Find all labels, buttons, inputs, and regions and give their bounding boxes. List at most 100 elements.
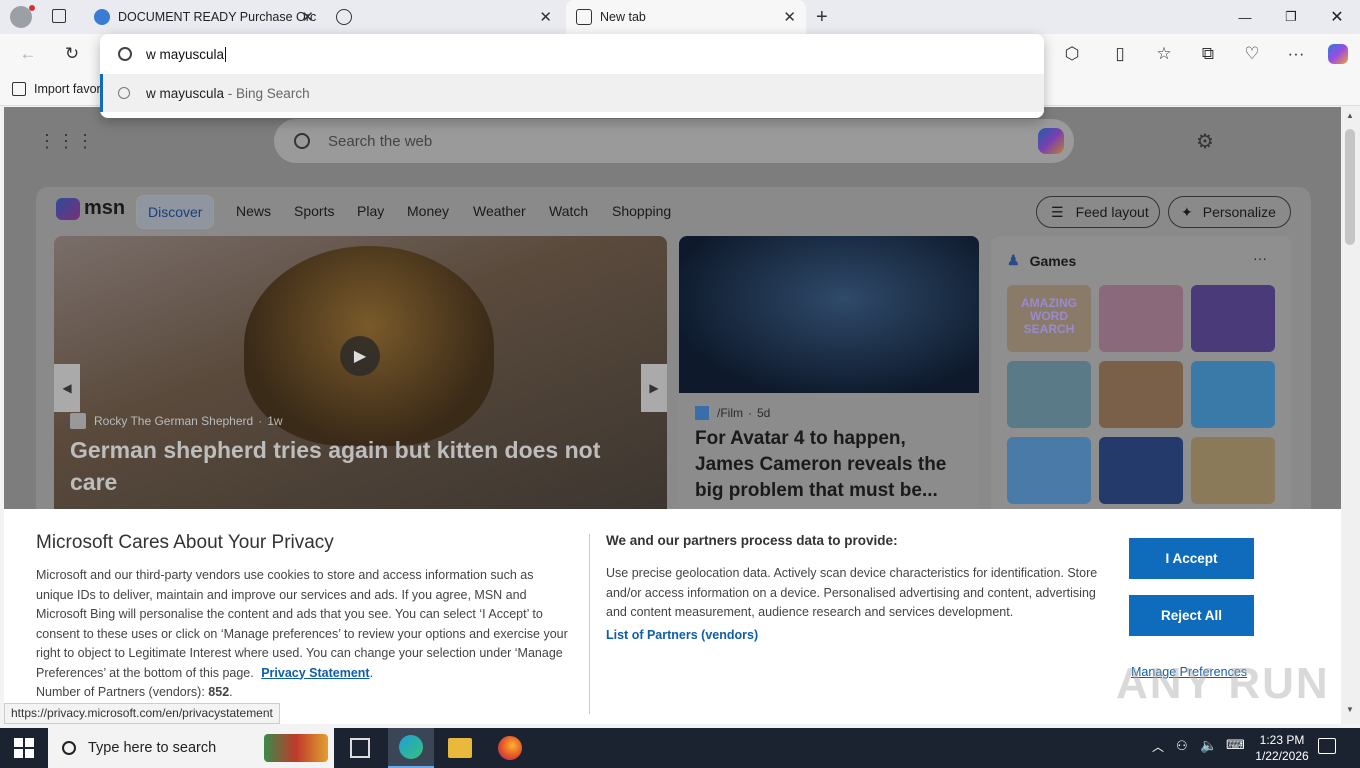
nav-weather[interactable]: Weather [473, 203, 526, 219]
apps-grid-icon[interactable]: ⋮⋮⋮ [38, 131, 95, 152]
favorites-icon[interactable]: ☆ [1148, 38, 1180, 70]
nav-discover[interactable]: Discover [136, 195, 214, 229]
game-tile[interactable] [1007, 361, 1091, 428]
game-tile[interactable] [1191, 437, 1275, 504]
scrollbar-thumb[interactable] [1345, 129, 1355, 245]
privacy-title: Microsoft Cares About Your Privacy [36, 532, 334, 553]
search-icon [294, 133, 310, 149]
extensions-icon[interactable]: ⬡ [1056, 38, 1088, 70]
msn-butterfly-icon [56, 197, 80, 220]
msn-logo[interactable]: msn [56, 197, 125, 220]
watermark: ANY RUN [1116, 659, 1330, 708]
nav-play[interactable]: Play [357, 203, 384, 219]
game-tile[interactable] [1191, 285, 1275, 352]
play-icon[interactable]: ▶ [340, 336, 380, 376]
tray-chevron-icon[interactable]: ︿ [1152, 738, 1164, 755]
refresh-icon[interactable]: ↻ [56, 38, 88, 70]
minimize-button[interactable]: — [1222, 0, 1268, 34]
address-bar-dropdown: w mayuscula w mayuscula - Bing Search [100, 34, 1044, 118]
game-tile-word-search[interactable]: AMAZING WORD SEARCH [1007, 285, 1091, 352]
import-favorites-button[interactable]: Import favor [12, 82, 101, 96]
task-view-icon[interactable] [350, 738, 370, 758]
search-icon [62, 741, 76, 755]
games-header: ♟ Games [1007, 252, 1077, 269]
page-scrollbar[interactable]: ▲ ▼ [1341, 107, 1360, 724]
close-icon[interactable]: ✕ [539, 8, 552, 26]
personalize-button[interactable]: ✦ Personalize [1168, 196, 1291, 228]
close-icon[interactable]: ✕ [783, 8, 796, 26]
game-tile[interactable] [1007, 437, 1091, 504]
nav-shopping[interactable]: Shopping [612, 203, 671, 219]
hero-card[interactable]: ▶ ◀ ▶ Rocky The German Shepherd · 1w Ger… [54, 236, 667, 516]
clock[interactable]: 1:23 PM 1/22/2026 [1250, 732, 1314, 764]
scroll-up-icon[interactable]: ▲ [1346, 111, 1354, 120]
restore-button[interactable]: ❐ [1268, 0, 1314, 34]
hero-source: Rocky The German Shepherd · 1w [70, 413, 283, 429]
suggestion-suffix: - Bing Search [224, 85, 310, 101]
carousel-prev-icon[interactable]: ◀ [54, 364, 80, 412]
more-menu-icon[interactable]: ··· [1280, 38, 1312, 70]
nav-money[interactable]: Money [407, 203, 449, 219]
status-url: https://privacy.microsoft.com/en/privacy… [4, 703, 280, 724]
site-icon [94, 9, 110, 25]
firefox-icon[interactable] [498, 736, 522, 760]
games-more-icon[interactable]: ··· [1253, 250, 1267, 266]
partners-link[interactable]: List of Partners (vendors) [606, 628, 758, 642]
sliders-icon: ☰ [1051, 203, 1064, 220]
taskbar: Type here to search ︿ ⚇ 🔈 ⌨ 1:23 PM 1/22… [0, 728, 1360, 768]
tab-new-tab[interactable]: New tab ✕ [566, 0, 806, 34]
edge-taskbar-icon[interactable] [388, 728, 434, 768]
profile-badge [29, 5, 35, 11]
carousel-next-icon[interactable]: ▶ [641, 364, 667, 412]
nav-sports[interactable]: Sports [294, 203, 334, 219]
games-card: ♟ Games ··· AMAZING WORD SEARCH [991, 236, 1291, 516]
back-arrow-icon[interactable]: ← [12, 38, 44, 70]
volume-icon[interactable]: 🔈 [1200, 737, 1217, 754]
tab-document[interactable]: DOCUMENT READY Purchase Orc ✕ [84, 0, 324, 34]
network-icon[interactable]: ⚇ [1176, 738, 1188, 754]
collections-icon[interactable]: ⧉ [1192, 38, 1224, 70]
performance-icon[interactable]: ♡ [1236, 38, 1268, 70]
new-tab-plus-icon[interactable]: + [816, 6, 828, 29]
windows-start-icon[interactable] [14, 738, 34, 758]
address-input[interactable]: w mayuscula [146, 46, 227, 62]
suggestion-text: w mayuscula [146, 85, 225, 101]
game-tile[interactable] [1191, 361, 1275, 428]
privacy-statement-link[interactable]: Privacy Statement [261, 666, 369, 680]
file-explorer-icon[interactable] [448, 738, 472, 758]
import-favorites-label: Import favor [34, 82, 101, 96]
close-window-button[interactable]: ✕ [1314, 0, 1360, 34]
personalize-icon: ✦ [1181, 203, 1193, 220]
suggestion-item[interactable]: w mayuscula - Bing Search [100, 74, 1044, 112]
hero-title[interactable]: German shepherd tries again but kitten d… [70, 434, 630, 498]
nav-watch[interactable]: Watch [549, 203, 588, 219]
reject-all-button[interactable]: Reject All [1129, 595, 1254, 636]
game-tile[interactable] [1099, 361, 1183, 428]
scroll-down-icon[interactable]: ▼ [1346, 705, 1354, 714]
tab-blank[interactable]: ✕ [326, 0, 562, 34]
address-bar[interactable]: w mayuscula [100, 34, 1044, 74]
game-tile[interactable] [1099, 437, 1183, 504]
accept-button[interactable]: I Accept [1129, 538, 1254, 579]
game-tile[interactable] [1099, 285, 1183, 352]
import-icon [12, 82, 26, 96]
settings-gear-icon[interactable]: ⚙ [1196, 129, 1214, 154]
taskbar-search-box[interactable]: Type here to search [48, 728, 334, 768]
keyboard-icon[interactable]: ⌨ [1226, 737, 1245, 753]
feed-layout-button[interactable]: ☰ Feed layout [1036, 196, 1160, 228]
article-source: /Film · 5d [695, 406, 770, 420]
search-icon [118, 47, 132, 61]
tab-actions-icon[interactable] [52, 9, 66, 23]
split-screen-icon[interactable]: ▯ [1104, 38, 1136, 70]
newtab-icon [576, 9, 592, 25]
notifications-icon[interactable] [1318, 738, 1336, 754]
privacy-banner: Microsoft Cares About Your Privacy Micro… [4, 509, 1341, 724]
copilot-icon[interactable] [1322, 38, 1354, 70]
article-card[interactable]: /Film · 5d For Avatar 4 to happen, James… [679, 236, 979, 516]
copilot-icon[interactable] [1038, 128, 1064, 154]
web-search-box[interactable]: Search the web [274, 119, 1074, 163]
article-title[interactable]: For Avatar 4 to happen, James Cameron re… [695, 426, 965, 504]
tab-title: New tab [600, 10, 646, 24]
close-icon[interactable]: ✕ [301, 8, 314, 26]
nav-news[interactable]: News [236, 203, 271, 219]
